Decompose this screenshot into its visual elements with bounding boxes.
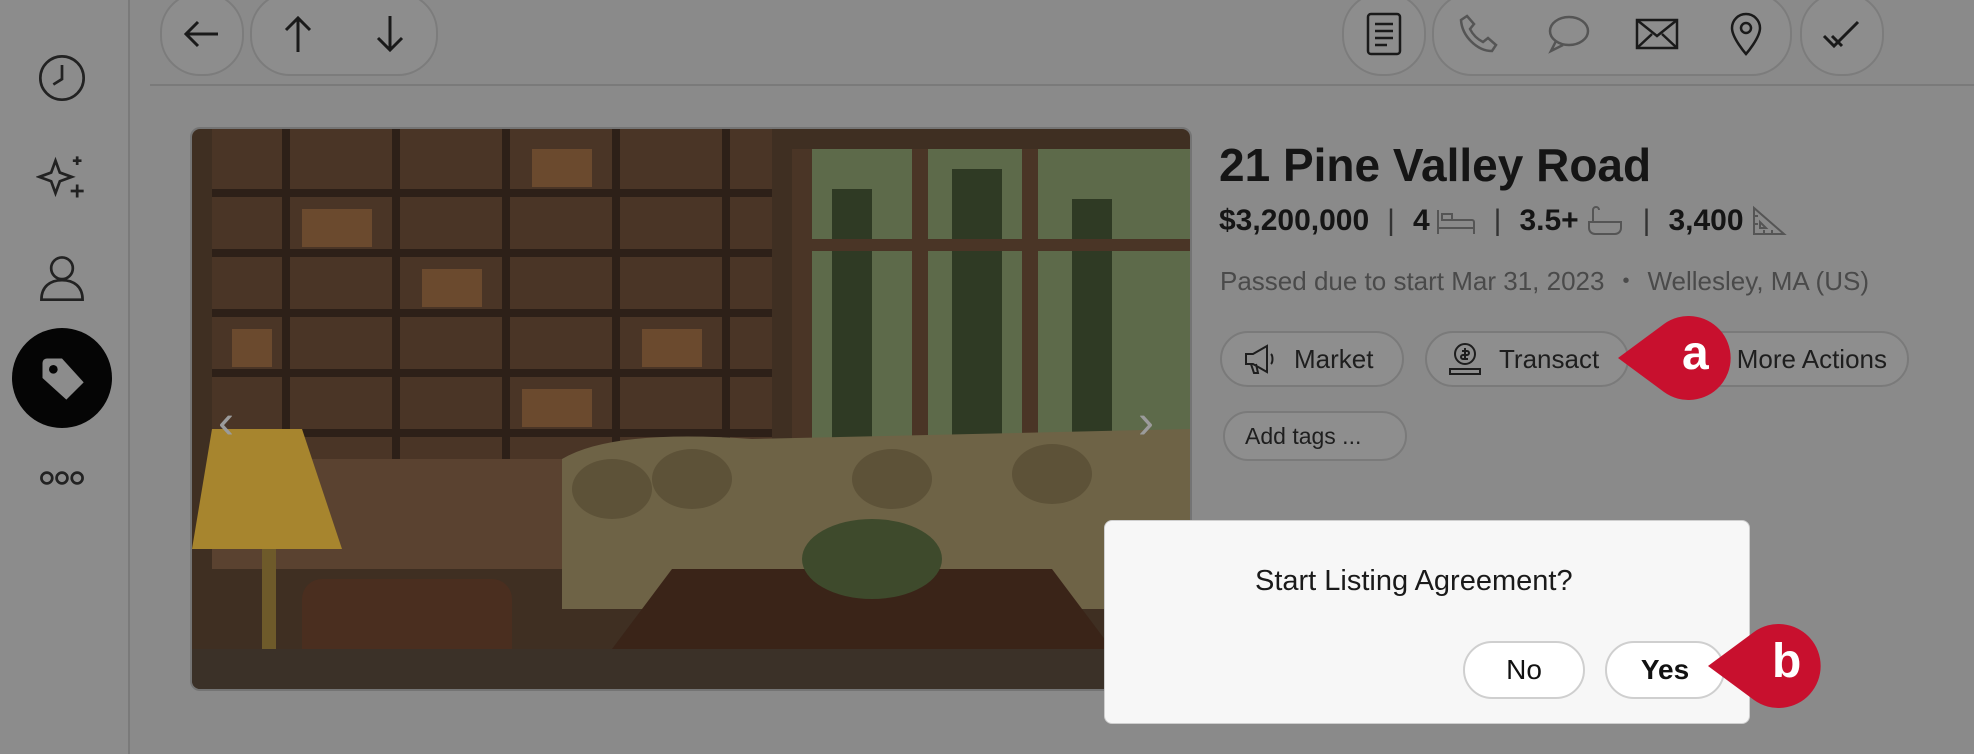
confirm-dialog: Start Listing Agreement? No Yes — [1104, 520, 1750, 724]
market-button[interactable]: Market — [1220, 331, 1404, 387]
checkmark-icon — [1814, 6, 1870, 62]
complete-button[interactable] — [1800, 0, 1884, 76]
next-photo-icon[interactable]: › — [1138, 395, 1154, 450]
add-tags-button[interactable]: Add tags ... — [1223, 411, 1407, 461]
bath-icon — [1587, 206, 1622, 235]
listing-status: Passed due to start Mar 31, 2023 — [1220, 266, 1605, 296]
market-label: Market — [1294, 343, 1374, 374]
callout-b-label: b — [1772, 635, 1802, 688]
money-hand-icon — [1449, 343, 1481, 375]
tag-icon[interactable] — [12, 328, 112, 428]
toolbar-divider — [150, 84, 1974, 86]
bed-icon — [1436, 210, 1475, 234]
callout-a-label: a — [1682, 327, 1709, 380]
callout-a: a — [1618, 316, 1742, 400]
yes-label: Yes — [1640, 654, 1690, 685]
chat-icon[interactable] — [1540, 6, 1596, 62]
mail-icon[interactable] — [1629, 6, 1685, 62]
nav-up-down-group — [250, 0, 438, 76]
location-pin-icon[interactable] — [1718, 6, 1774, 62]
listing-title: 21 Pine Valley Road — [1219, 139, 1652, 191]
back-arrow-icon — [174, 6, 230, 62]
listing-location: Wellesley, MA (US) — [1647, 266, 1869, 296]
more-dots-icon[interactable] — [12, 428, 112, 528]
baths-count: 3.5+ — [1519, 204, 1579, 237]
yes-button[interactable]: Yes — [1605, 641, 1725, 699]
beds-count: 4 — [1412, 204, 1430, 237]
person-icon[interactable] — [12, 228, 112, 328]
prev-photo-icon[interactable]: ‹ — [218, 395, 234, 450]
listing-subtitle: Passed due to start Mar 31, 2023 • Welle… — [1220, 266, 1869, 297]
no-button[interactable]: No — [1463, 641, 1585, 699]
phone-icon[interactable] — [1451, 6, 1507, 62]
divider: | — [1493, 204, 1502, 237]
transact-button[interactable]: Transact — [1425, 331, 1629, 387]
more-actions-label: More Actions — [1736, 343, 1887, 374]
no-label: No — [1506, 654, 1542, 685]
down-arrow-icon[interactable] — [362, 6, 418, 62]
listing-stats: $3,200,000 | 4 | 3.5+ | 3,400 — [1219, 204, 1790, 238]
dialog-question: Start Listing Agreement? — [1255, 565, 1573, 597]
price: $3,200,000 — [1219, 204, 1370, 237]
divider: | — [1387, 204, 1395, 237]
back-button[interactable] — [160, 0, 244, 76]
megaphone-icon — [1245, 344, 1274, 374]
contact-actions-group — [1432, 0, 1792, 76]
clock-icon[interactable] — [12, 28, 112, 128]
separator-dot: • — [1622, 270, 1630, 292]
divider: | — [1642, 204, 1651, 237]
area-ruler-icon — [1752, 205, 1787, 235]
sqft-count: 3,400 — [1668, 204, 1744, 237]
add-tags-label: Add tags ... — [1245, 422, 1362, 449]
notes-icon — [1356, 6, 1412, 62]
up-arrow-icon[interactable] — [270, 6, 326, 62]
left-sidebar — [0, 0, 130, 754]
listing-photo — [190, 127, 1192, 691]
callout-b: b — [1708, 624, 1832, 708]
transact-label: Transact — [1499, 343, 1600, 374]
sparkle-icon[interactable] — [12, 128, 112, 228]
notes-button[interactable] — [1342, 0, 1426, 76]
